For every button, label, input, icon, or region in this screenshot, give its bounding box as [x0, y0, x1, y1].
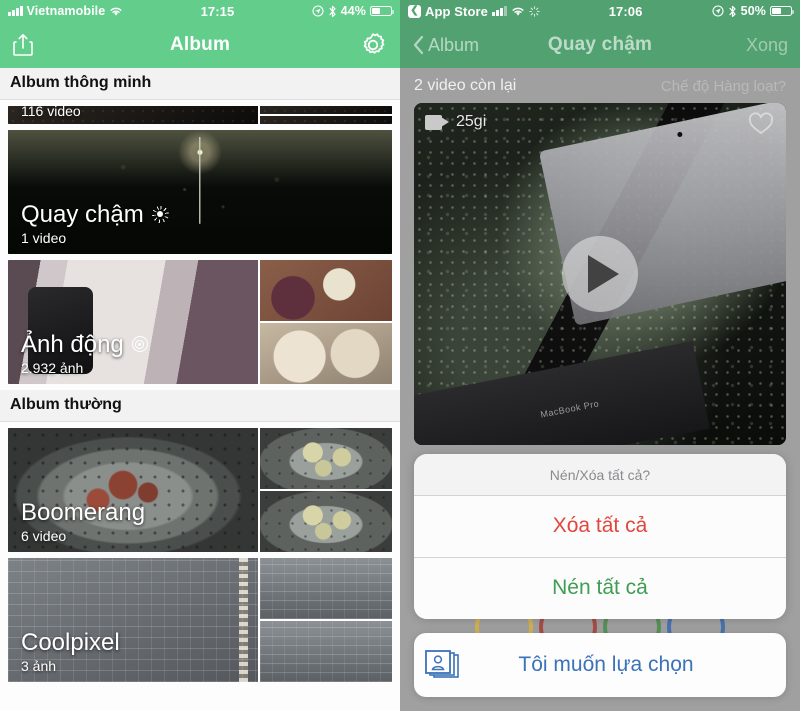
thumbnail-side-stack [257, 428, 392, 552]
cellular-signal-icon [8, 6, 23, 16]
thumbnail-side-bottom [259, 321, 392, 384]
album-count: 2.932 ảnh [21, 360, 84, 376]
location-icon [712, 5, 724, 17]
album-meta: Quay chậm 1 video [21, 202, 169, 246]
album-meta: Ảnh động 2.932 ảnh [21, 332, 148, 376]
thumbnail-side-bottom [259, 619, 392, 682]
album-title: Coolpixel [21, 628, 120, 656]
album-card-boomerang[interactable]: Boomerang 6 video [8, 428, 392, 552]
thumbnail-side-stack [257, 558, 392, 682]
heart-icon[interactable] [748, 112, 774, 136]
thumbnail-side-top [259, 428, 392, 489]
album-list[interactable]: Album thông minh 116 video Quay chậm 1 v… [0, 68, 400, 711]
done-button[interactable]: Xong [746, 35, 788, 56]
live-photo-icon [131, 336, 148, 353]
thumbnail-side-stack [257, 106, 392, 124]
album-card-clipped[interactable]: 116 video [8, 106, 392, 124]
album-title-row: Quay chậm [21, 202, 169, 227]
manual-select-button[interactable]: Tôi muốn lựa chọn [414, 633, 786, 697]
album-card-quay-cham[interactable]: Quay chậm 1 video [8, 130, 392, 254]
album-title: Ảnh động [21, 330, 124, 358]
manual-select-label: Tôi muốn lựa chọn [518, 653, 694, 676]
video-summary-row: 2 video còn lại Chế độ Hàng loạt? [400, 68, 800, 103]
screenshot-root: Vietnamobile 17:15 44% Album Album thông… [0, 0, 800, 711]
action-sheet: Nén/Xóa tất cả? Xóa tất cả Nén tất cả [414, 454, 786, 619]
album-meta: 116 video [21, 106, 81, 119]
left-status-bar: Vietnamobile 17:15 44% [0, 0, 400, 22]
compress-all-button[interactable]: Nén tất cả [414, 557, 786, 619]
chevron-left-icon [413, 35, 424, 55]
video-camera-icon [425, 114, 449, 130]
right-phone-panel: ❮ App Store 17:06 50% Album Quay chậm Xo… [400, 0, 800, 711]
play-button[interactable] [562, 236, 638, 312]
back-button-label: Album [428, 34, 480, 55]
album-meta: Coolpixel 3 ảnh [21, 630, 120, 674]
page-title: Quay chậm [547, 34, 653, 55]
battery-icon [770, 5, 795, 17]
page-title: Album [169, 34, 231, 55]
album-card-anh-dong[interactable]: Ảnh động 2.932 ảnh [8, 260, 392, 384]
thumbnail-side-bottom [259, 114, 392, 124]
wifi-icon [511, 7, 524, 16]
battery-icon [370, 5, 395, 17]
batch-mode-link[interactable]: Chế độ Hàng loạt? [661, 78, 786, 95]
video-duration-badge: 25gi [425, 113, 486, 131]
album-title-row: Boomerang [21, 500, 145, 525]
right-status-bar: ❮ App Store 17:06 50% [400, 0, 800, 22]
thumbnail-side-bottom [259, 489, 392, 552]
clock-label: 17:15 [200, 3, 235, 19]
laptop-camera-dot [677, 131, 684, 138]
left-phone-panel: Vietnamobile 17:15 44% Album Album thông… [0, 0, 400, 711]
left-nav-bar: Album [0, 22, 400, 68]
album-count: 116 video [21, 106, 81, 119]
album-card-coolpixel[interactable]: Coolpixel 3 ảnh [8, 558, 392, 682]
video-duration-label: 25gi [456, 113, 487, 130]
carrier-label: Vietnamobile [26, 4, 106, 18]
action-sheet-title: Nén/Xóa tất cả? [414, 454, 786, 496]
thumbnail-side-stack [257, 260, 392, 384]
back-to-app-store-chip[interactable]: ❮ App Store [408, 4, 488, 19]
battery-percent-label: 44% [340, 4, 366, 18]
cellular-signal-icon [492, 6, 507, 16]
video-preview-card[interactable]: MacBook Pro 25gi [414, 103, 786, 445]
notebook-spiral [238, 558, 248, 682]
bluetooth-icon [329, 5, 336, 17]
delete-all-button[interactable]: Xóa tất cả [414, 496, 786, 557]
clock-label: 17:06 [608, 3, 643, 19]
section-header-smart: Album thông minh [0, 68, 400, 100]
section-header-regular: Album thường [0, 390, 400, 422]
thumbnail-side-top [259, 106, 392, 114]
album-title: Boomerang [21, 498, 146, 526]
location-icon [312, 5, 324, 17]
back-button[interactable]: Album [412, 35, 479, 56]
chevron-left-icon: ❮ [408, 4, 421, 18]
album-count: 1 video [21, 230, 67, 246]
album-meta: Boomerang 6 video [21, 500, 145, 544]
right-content: 2 video còn lại Chế độ Hàng loạt? MacBoo… [400, 68, 800, 711]
wifi-icon [110, 7, 122, 16]
thumbnail-side-top [259, 558, 392, 619]
thumbnail-side-top [259, 260, 392, 321]
right-nav-bar: Album Quay chậm Xong [400, 22, 800, 68]
album-count: 3 ảnh [21, 658, 57, 674]
battery-percent-label: 50% [740, 4, 766, 18]
album-count: 6 video [21, 528, 67, 544]
album-title: Quay chậm [21, 200, 144, 228]
back-app-label: App Store [425, 3, 489, 19]
remaining-videos-label: 2 video còn lại [414, 77, 517, 94]
album-title-row: Ảnh động [21, 332, 148, 357]
gear-icon[interactable] [358, 30, 388, 60]
bluetooth-icon [729, 5, 736, 17]
share-icon[interactable] [12, 32, 34, 58]
photo-stack-icon [414, 647, 472, 683]
album-title-row: Coolpixel [21, 630, 120, 655]
activity-spinner-icon [528, 5, 540, 17]
slow-motion-icon [152, 206, 169, 223]
